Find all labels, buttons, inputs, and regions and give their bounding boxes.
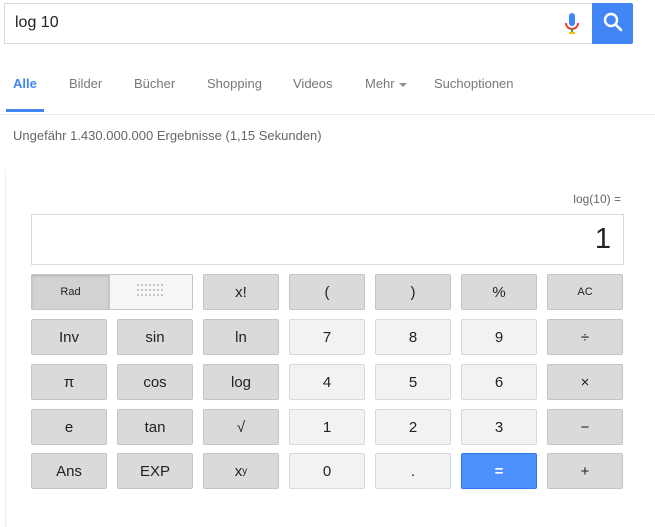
- digit-5-key[interactable]: 5: [375, 364, 451, 400]
- deg-button[interactable]: [110, 275, 192, 309]
- sin-key[interactable]: sin: [117, 319, 193, 355]
- digit-0-key[interactable]: 0: [289, 453, 365, 489]
- tan-key[interactable]: tan: [117, 409, 193, 445]
- plus-key[interactable]: +: [547, 453, 623, 489]
- tab-videos[interactable]: Videos: [293, 76, 333, 91]
- tab-suchoptionen[interactable]: Suchoptionen: [434, 76, 514, 91]
- digit-8-key[interactable]: 8: [375, 319, 451, 355]
- digit-3-key[interactable]: 3: [461, 409, 537, 445]
- tab-mehr-label: Mehr: [365, 76, 395, 91]
- digit-1-key[interactable]: 1: [289, 409, 365, 445]
- ln-key[interactable]: ln: [203, 319, 279, 355]
- tab-buecher[interactable]: Bücher: [134, 76, 175, 91]
- percent-key[interactable]: %: [461, 274, 537, 310]
- search-tabs: Alle Bilder Bücher Shopping Videos Mehr …: [0, 62, 655, 115]
- angle-mode-toggle: Rad: [31, 274, 193, 310]
- close-paren-key[interactable]: ): [375, 274, 451, 310]
- digit-7-key[interactable]: 7: [289, 319, 365, 355]
- calculator-expression: log(10) =: [573, 192, 621, 206]
- cos-key[interactable]: cos: [117, 364, 193, 400]
- power-exponent: y: [242, 465, 248, 477]
- minus-key[interactable]: −: [547, 409, 623, 445]
- sqrt-key[interactable]: √: [203, 409, 279, 445]
- active-tab-indicator: [6, 109, 44, 112]
- all-clear-key[interactable]: AC: [547, 274, 623, 310]
- digit-6-key[interactable]: 6: [461, 364, 537, 400]
- factorial-key[interactable]: x!: [203, 274, 279, 310]
- power-key[interactable]: xy: [203, 453, 279, 489]
- answer-key[interactable]: Ans: [31, 453, 107, 489]
- inverse-key[interactable]: Inv: [31, 319, 107, 355]
- microphone-icon[interactable]: [563, 12, 581, 36]
- divide-key[interactable]: ÷: [547, 319, 623, 355]
- search-icon: [603, 12, 623, 35]
- exp-key[interactable]: EXP: [117, 453, 193, 489]
- digit-9-key[interactable]: 9: [461, 319, 537, 355]
- search-bar: [4, 3, 633, 44]
- digit-2-key[interactable]: 2: [375, 409, 451, 445]
- multiply-key[interactable]: ×: [547, 364, 623, 400]
- decimal-key[interactable]: .: [375, 453, 451, 489]
- results-stats: Ungefähr 1.430.000.000 Ergebnisse (1,15 …: [13, 128, 322, 143]
- chevron-down-icon: [398, 82, 407, 87]
- search-button[interactable]: [592, 3, 633, 44]
- power-base: x: [234, 462, 243, 480]
- search-input[interactable]: [15, 12, 555, 34]
- calculator-result: 1: [594, 223, 611, 255]
- digit-4-key[interactable]: 4: [289, 364, 365, 400]
- tab-mehr[interactable]: Mehr: [365, 76, 407, 91]
- tab-shopping[interactable]: Shopping: [207, 76, 262, 91]
- deg-dots-icon: [137, 283, 165, 302]
- tab-alle[interactable]: Alle: [13, 76, 37, 91]
- rad-button[interactable]: Rad: [32, 275, 110, 309]
- euler-key[interactable]: e: [31, 409, 107, 445]
- equals-key[interactable]: =: [461, 453, 537, 489]
- open-paren-key[interactable]: (: [289, 274, 365, 310]
- log-key[interactable]: log: [203, 364, 279, 400]
- pi-key[interactable]: π: [31, 364, 107, 400]
- search-box[interactable]: [4, 3, 592, 44]
- calculator-display: 1: [31, 214, 624, 265]
- tab-bilder[interactable]: Bilder: [69, 76, 102, 91]
